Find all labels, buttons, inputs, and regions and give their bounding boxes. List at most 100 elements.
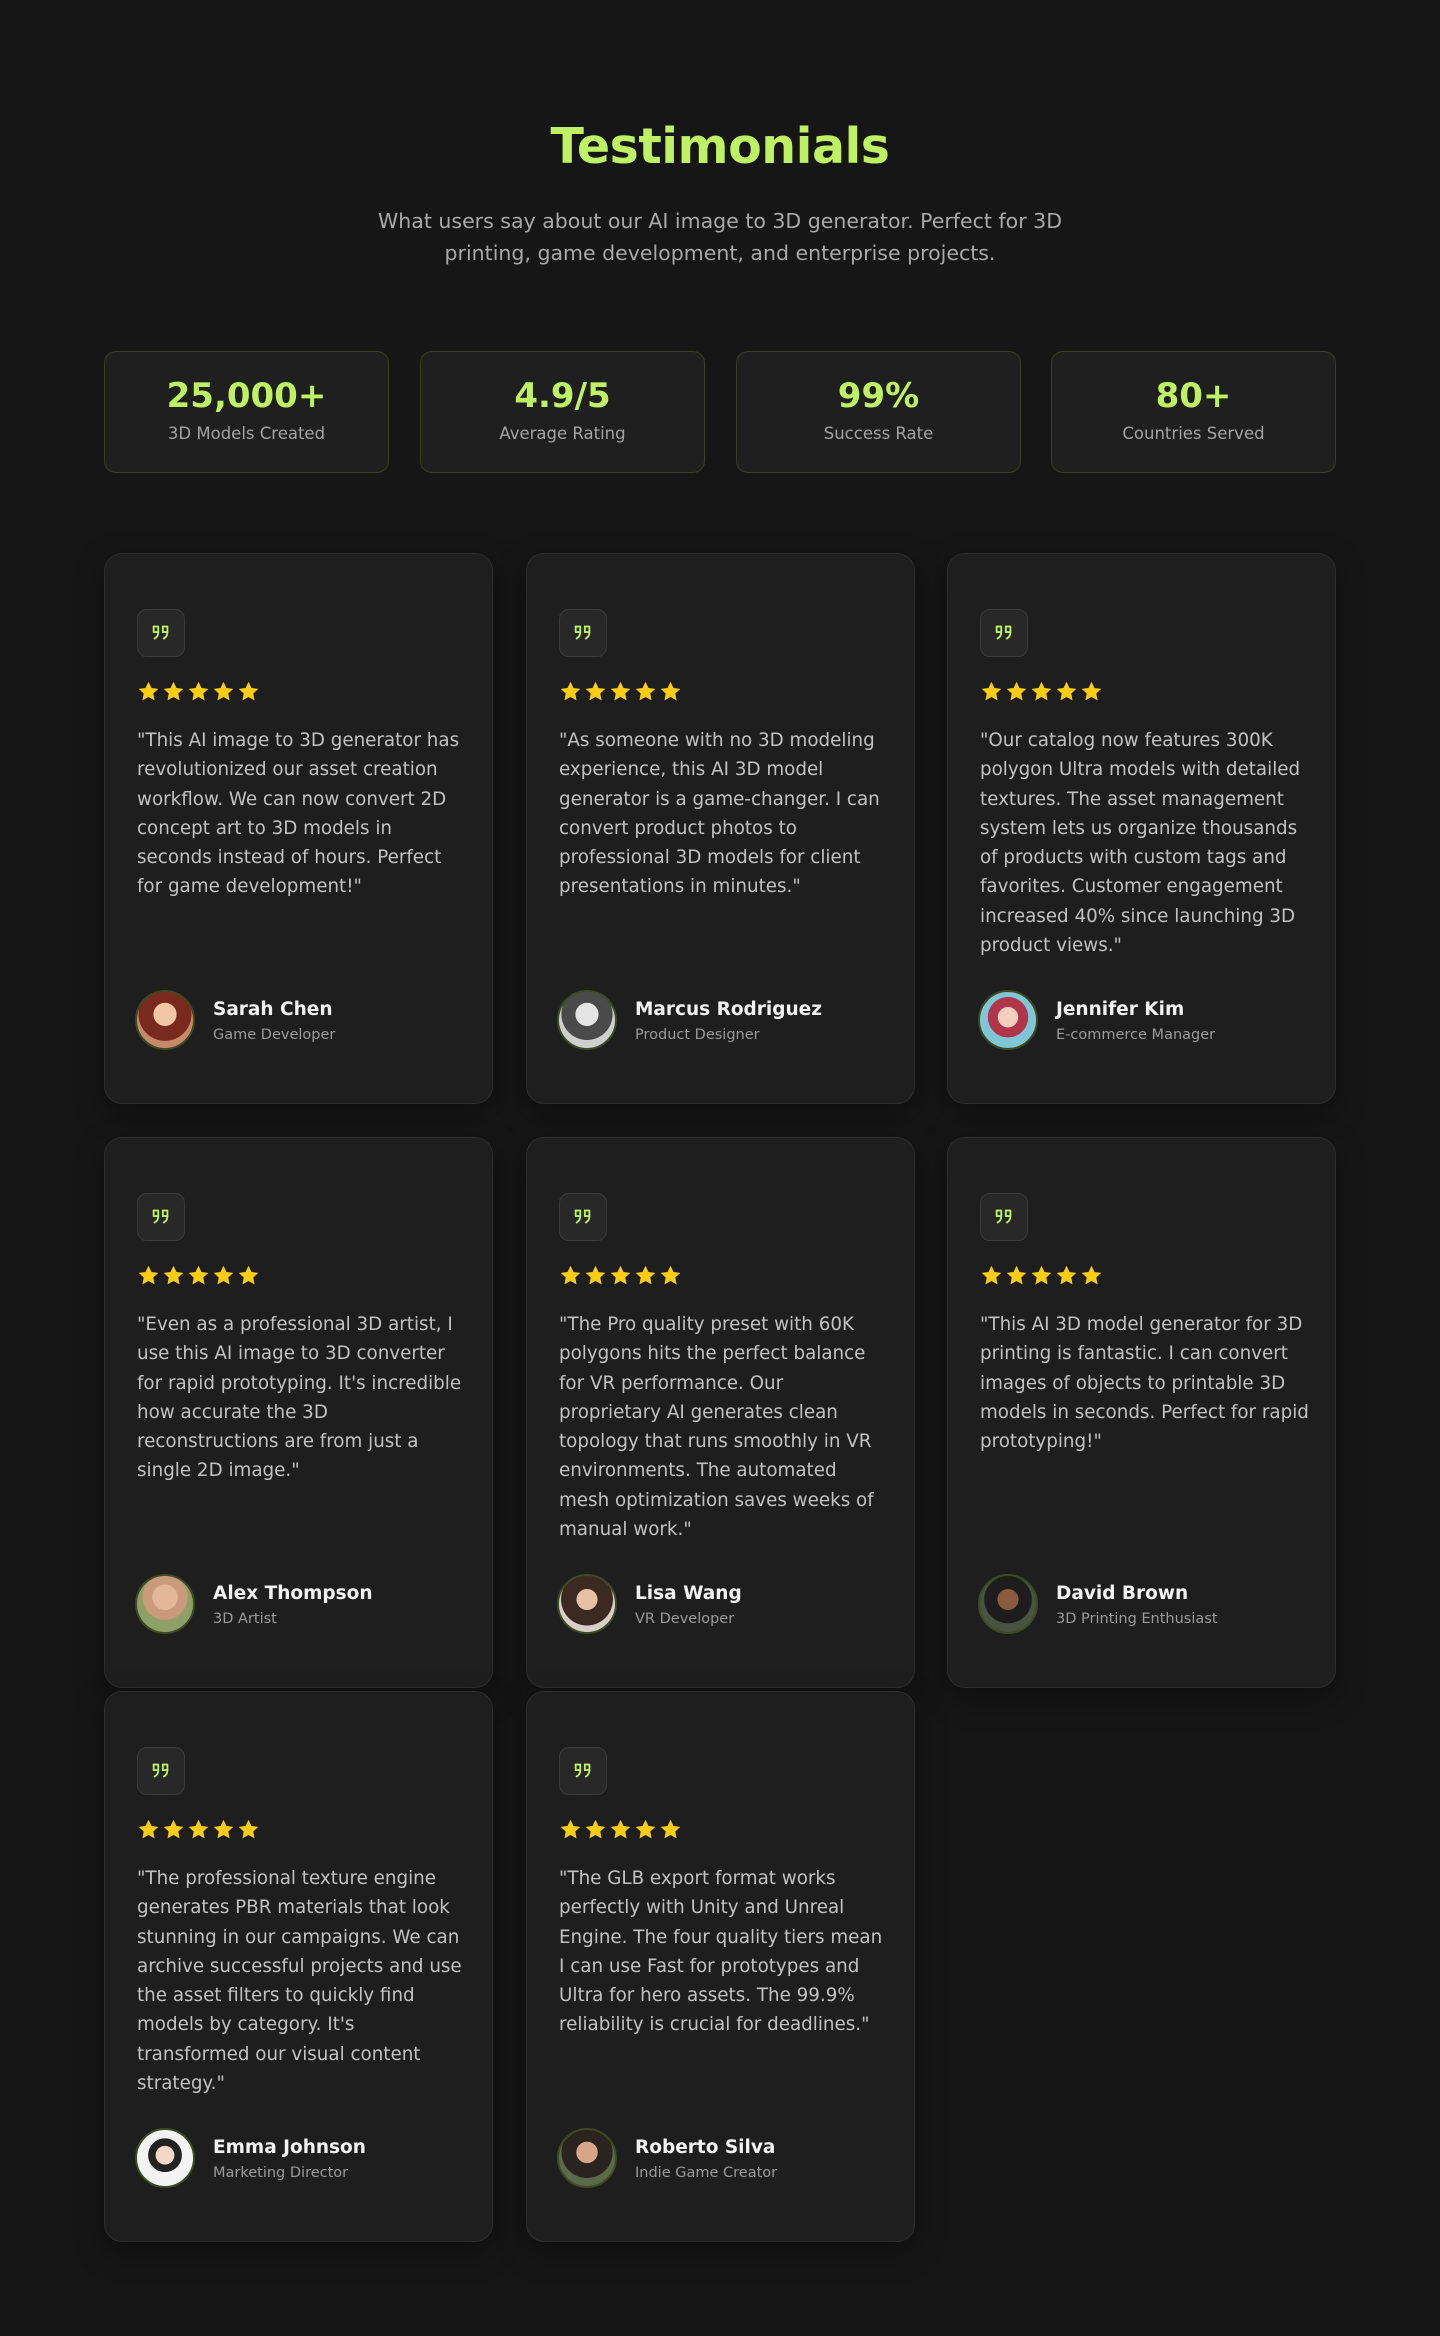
testimonial-author: Emma Johnson Marketing Director: [135, 2128, 475, 2188]
testimonial-author: Jennifer Kim E-commerce Manager: [978, 990, 1318, 1050]
star-icon: [659, 1264, 682, 1287]
testimonials-section: Testimonials What users say about our AI…: [0, 0, 1440, 2336]
author-role: 3D Printing Enthusiast: [1056, 1611, 1218, 1627]
author-name: Sarah Chen: [213, 999, 333, 1020]
author-role: Product Designer: [635, 1027, 760, 1043]
stat-label: Average Rating: [499, 424, 626, 443]
testimonial-card: "Our catalog now features 300K polygon U…: [947, 553, 1336, 1104]
stat-card: 25,000+ 3D Models Created: [104, 351, 389, 473]
rating-stars: [559, 1264, 682, 1288]
testimonial-quote: "This AI image to 3D generator has revol…: [137, 730, 460, 898]
avatar: [978, 990, 1038, 1050]
author-name: Alex Thompson: [213, 1583, 373, 1604]
star-icon: [659, 1818, 682, 1841]
star-icon: [1080, 680, 1103, 703]
author-name: David Brown: [1056, 1583, 1189, 1604]
quote-icon: [137, 1193, 185, 1241]
testimonial-card: "The GLB export format works perfectly w…: [526, 1691, 915, 2242]
author-role: E-commerce Manager: [1056, 1027, 1216, 1043]
rating-stars: [980, 1264, 1103, 1288]
star-icon: [609, 1264, 632, 1287]
testimonial-quote: "The Pro quality preset with 60K polygon…: [559, 1314, 874, 1541]
stat-card: 99% Success Rate: [736, 351, 1021, 473]
author-name: Emma Johnson: [213, 2137, 366, 2158]
quote-icon: [137, 1747, 185, 1795]
rating-stars: [137, 1818, 260, 1842]
star-icon: [137, 1264, 160, 1287]
avatar: [557, 1574, 617, 1634]
quote-icon: [559, 609, 607, 657]
testimonial-card: "This AI 3D model generator for 3D print…: [947, 1137, 1336, 1688]
star-icon: [212, 1818, 235, 1841]
quote-icon: [559, 1193, 607, 1241]
star-icon: [609, 680, 632, 703]
testimonial-author: David Brown 3D Printing Enthusiast: [978, 1574, 1318, 1634]
star-icon: [187, 1818, 210, 1841]
testimonial-card: "Even as a professional 3D artist, I use…: [104, 1137, 493, 1688]
star-icon: [187, 680, 210, 703]
testimonial-quote: "Even as a professional 3D artist, I use…: [137, 1314, 462, 1482]
star-icon: [162, 1264, 185, 1287]
author-name: Marcus Rodriguez: [635, 999, 822, 1020]
rating-stars: [137, 1264, 260, 1288]
star-icon: [237, 1818, 260, 1841]
star-icon: [162, 1818, 185, 1841]
stat-label: Success Rate: [823, 424, 934, 443]
star-icon: [187, 1264, 210, 1287]
testimonial-card: "The professional texture engine generat…: [104, 1691, 493, 2242]
testimonial-author: Sarah Chen Game Developer: [135, 990, 475, 1050]
testimonial-author: Roberto Silva Indie Game Creator: [557, 2128, 897, 2188]
author-role: Game Developer: [213, 1027, 336, 1043]
testimonial-quote: "As someone with no 3D modeling experien…: [559, 730, 880, 898]
star-icon: [584, 680, 607, 703]
author-name: Lisa Wang: [635, 1583, 742, 1604]
star-icon: [584, 1264, 607, 1287]
testimonial-author: Lisa Wang VR Developer: [557, 1574, 897, 1634]
section-subtitle: What users say about our AI image to 3D …: [378, 209, 1062, 265]
quote-icon: [980, 609, 1028, 657]
avatar: [557, 990, 617, 1050]
star-icon: [237, 1264, 260, 1287]
testimonial-author: Alex Thompson 3D Artist: [135, 1574, 475, 1634]
star-icon: [1055, 1264, 1078, 1287]
star-icon: [212, 680, 235, 703]
star-icon: [162, 680, 185, 703]
star-icon: [559, 1818, 582, 1841]
stats-row: 25,000+ 3D Models Created 4.9/5 Average …: [104, 351, 1336, 473]
testimonial-card: "This AI image to 3D generator has revol…: [104, 553, 493, 1104]
rating-stars: [559, 680, 682, 704]
stat-card: 4.9/5 Average Rating: [420, 351, 705, 473]
rating-stars: [980, 680, 1103, 704]
star-icon: [137, 1818, 160, 1841]
stat-value: 25,000+: [166, 376, 327, 416]
star-icon: [634, 1818, 657, 1841]
stat-label: 3D Models Created: [167, 424, 326, 443]
avatar: [135, 1574, 195, 1634]
star-icon: [559, 1264, 582, 1287]
testimonial-quote: "This AI 3D model generator for 3D print…: [980, 1314, 1309, 1453]
quote-icon: [137, 609, 185, 657]
stat-card: 80+ Countries Served: [1051, 351, 1336, 473]
star-icon: [1080, 1264, 1103, 1287]
author-name: Jennifer Kim: [1056, 999, 1185, 1020]
testimonial-quote: "Our catalog now features 300K polygon U…: [980, 730, 1301, 957]
author-role: 3D Artist: [213, 1611, 277, 1627]
star-icon: [1005, 1264, 1028, 1287]
stat-value: 80+: [1155, 376, 1232, 416]
avatar: [978, 1574, 1038, 1634]
quote-icon: [559, 1747, 607, 1795]
avatar: [557, 2128, 617, 2188]
testimonial-quote: "The GLB export format works perfectly w…: [559, 1868, 883, 2036]
star-icon: [609, 1818, 632, 1841]
star-icon: [634, 1264, 657, 1287]
author-name: Roberto Silva: [635, 2137, 776, 2158]
star-icon: [980, 680, 1003, 703]
avatar: [135, 2128, 195, 2188]
star-icon: [659, 680, 682, 703]
star-icon: [1030, 1264, 1053, 1287]
testimonial-card: "The Pro quality preset with 60K polygon…: [526, 1137, 915, 1688]
testimonial-author: Marcus Rodriguez Product Designer: [557, 990, 897, 1050]
star-icon: [559, 680, 582, 703]
testimonial-quote: "The professional texture engine generat…: [137, 1868, 462, 2095]
star-icon: [1055, 680, 1078, 703]
